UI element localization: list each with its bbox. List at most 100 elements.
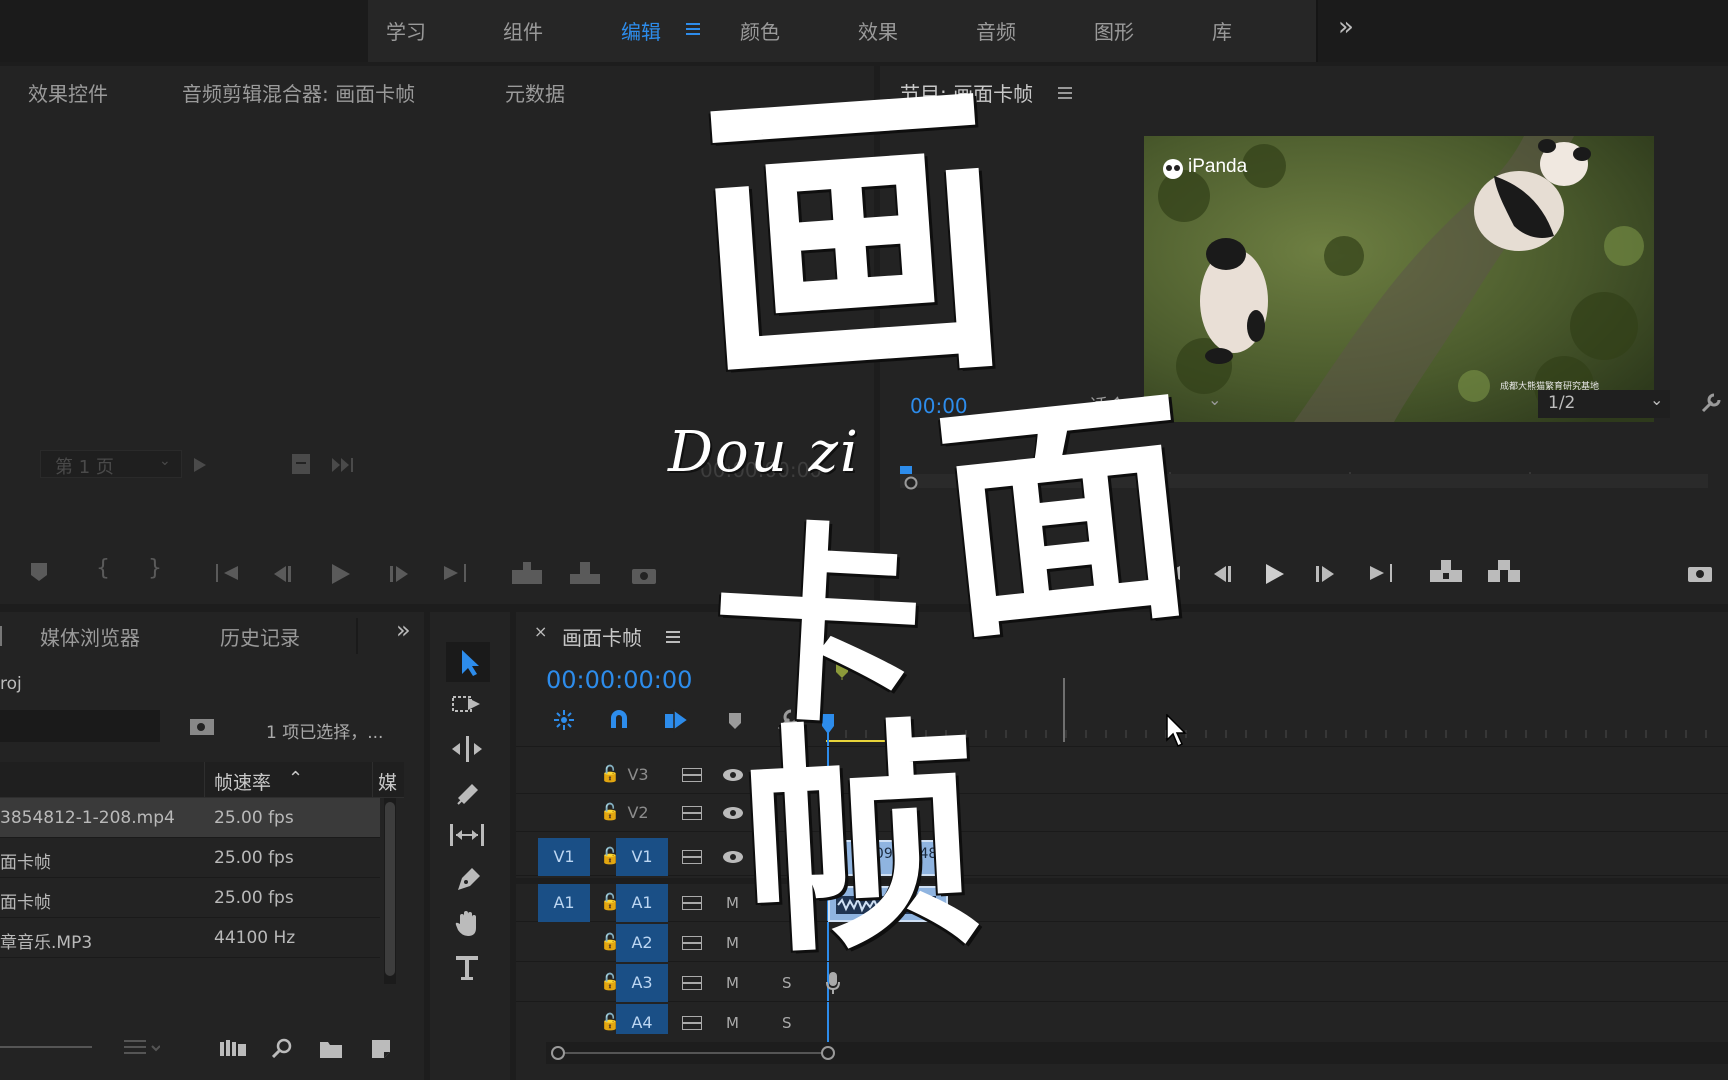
track-name[interactable]: A4 <box>616 1004 668 1034</box>
source-patch[interactable] <box>534 794 586 832</box>
workspace-tab-learn[interactable]: 学习 <box>386 16 426 45</box>
step-back-icon[interactable] <box>1212 566 1232 582</box>
list-item[interactable]: 面卡帧 25.00 fps <box>0 838 380 878</box>
track-name[interactable]: V2 <box>612 794 664 832</box>
sort-ascending-icon[interactable]: ⌃ <box>288 768 303 789</box>
page-select[interactable]: 第 1 页 ⌄ <box>40 450 182 478</box>
sync-lock-icon[interactable] <box>682 850 702 864</box>
wrench-icon[interactable] <box>1700 392 1722 414</box>
source-patch[interactable]: V1 <box>538 838 590 876</box>
sync-lock-icon[interactable] <box>682 896 702 910</box>
search-icon[interactable] <box>272 1038 292 1058</box>
mute-button[interactable]: M <box>726 934 739 952</box>
mark-in-icon[interactable]: { <box>96 556 110 581</box>
automate-icon[interactable] <box>220 1040 246 1056</box>
close-icon[interactable]: × <box>534 622 547 641</box>
solo-button[interactable]: S <box>782 1014 792 1032</box>
fast-forward-icon[interactable] <box>332 458 356 472</box>
sync-lock-icon[interactable] <box>682 976 702 990</box>
scroll-handle-right-icon[interactable] <box>820 1045 836 1061</box>
camera-icon[interactable] <box>632 566 656 584</box>
track-select-tool[interactable] <box>452 692 482 718</box>
column-media[interactable]: 媒 <box>378 768 397 795</box>
tab-history[interactable]: 历史记录 <box>220 622 300 651</box>
panel-menu-icon[interactable] <box>1058 86 1072 100</box>
scrollbar-thumb[interactable] <box>385 802 395 976</box>
list-item[interactable]: 面卡帧 25.00 fps <box>0 878 380 918</box>
tab-metadata[interactable]: 元数据 <box>505 78 565 107</box>
source-patch[interactable] <box>538 964 590 1002</box>
lift-icon[interactable] <box>1430 560 1462 582</box>
source-patch[interactable] <box>538 1004 590 1034</box>
resolution-select[interactable]: 1/2 ⌄ <box>1538 390 1670 418</box>
insert-icon[interactable] <box>512 562 542 584</box>
workspace-menu-icon[interactable] <box>686 22 700 36</box>
go-to-in-icon[interactable] <box>216 564 240 582</box>
go-to-out-icon[interactable] <box>442 564 466 582</box>
more-workspaces-icon[interactable]: » <box>1338 12 1354 42</box>
timeline-scrollbar[interactable] <box>546 1042 1728 1064</box>
mark-out-icon[interactable]: } <box>148 556 162 581</box>
overwrite-icon[interactable] <box>570 562 600 584</box>
sequence-tab[interactable]: 画面卡帧 <box>562 622 642 651</box>
column-frame-rate[interactable]: 帧速率 <box>214 768 271 795</box>
list-scrollbar[interactable] <box>384 798 396 984</box>
step-forward-icon[interactable] <box>1316 566 1336 582</box>
source-patch[interactable]: A1 <box>538 884 590 922</box>
workspace-tab-audio[interactable]: 音频 <box>976 16 1016 45</box>
track-name[interactable]: V3 <box>612 756 664 794</box>
mute-button[interactable]: M <box>726 974 739 992</box>
sort-icon[interactable] <box>124 1040 160 1056</box>
hand-tool[interactable] <box>454 910 482 938</box>
source-patch[interactable] <box>534 756 586 794</box>
tab-effect-controls[interactable]: 效果控件 <box>28 78 108 107</box>
new-bin-icon[interactable] <box>320 1040 342 1058</box>
tab-media-browser[interactable]: 媒体浏览器 <box>40 622 140 651</box>
extract-icon[interactable] <box>1488 560 1520 582</box>
play-button[interactable] <box>1266 564 1284 584</box>
play-button[interactable] <box>332 564 350 584</box>
sync-lock-icon[interactable] <box>682 806 702 820</box>
marker-icon[interactable] <box>30 562 48 582</box>
track-name[interactable]: A2 <box>616 924 668 962</box>
sequence-timecode[interactable]: 00:00:00:00 <box>546 666 692 694</box>
go-to-out-icon[interactable] <box>1368 564 1392 582</box>
workspace-tab-color[interactable]: 颜色 <box>740 16 780 45</box>
step-back-icon[interactable] <box>272 566 292 582</box>
type-tool[interactable] <box>454 954 482 982</box>
zoom-handle-icon[interactable] <box>904 476 918 490</box>
scrollbar-thumb[interactable] <box>558 1052 826 1054</box>
linked-selection-icon[interactable] <box>664 708 690 732</box>
workspace-tab-editing[interactable]: 编辑 <box>621 16 661 45</box>
razor-tool[interactable] <box>454 780 482 806</box>
workspace-tab-graphics[interactable]: 图形 <box>1094 16 1134 45</box>
sync-lock-icon[interactable] <box>682 936 702 950</box>
find-icon[interactable] <box>190 716 214 736</box>
track-name[interactable]: A3 <box>616 964 668 1002</box>
mute-button[interactable]: M <box>726 1014 739 1032</box>
workspace-tab-effects[interactable]: 效果 <box>858 16 898 45</box>
tab-audio-clip-mixer[interactable]: 音频剪辑混合器: 画面卡帧 <box>182 78 415 107</box>
snap-magnet-icon[interactable] <box>608 708 630 732</box>
slip-tool[interactable] <box>450 822 484 848</box>
play-icon[interactable] <box>194 458 206 472</box>
source-patch[interactable] <box>538 924 590 962</box>
search-input[interactable] <box>0 710 160 742</box>
step-forward-icon[interactable] <box>390 566 410 582</box>
workspace-tab-assembly[interactable]: 组件 <box>503 16 543 45</box>
track-name[interactable]: A1 <box>616 884 668 922</box>
selection-tool[interactable] <box>446 642 490 682</box>
sync-lock-icon[interactable] <box>682 1016 702 1030</box>
more-panels-icon[interactable]: » <box>396 616 411 644</box>
track-name[interactable]: V1 <box>616 838 668 876</box>
export-frame-icon[interactable] <box>1688 564 1712 582</box>
workspace-tab-libraries[interactable]: 库 <box>1212 16 1232 45</box>
zoom-slider[interactable] <box>0 1046 92 1048</box>
panel-menu-icon[interactable] <box>666 630 680 644</box>
list-item[interactable]: 章音乐.MP3 44100 Hz <box>0 918 380 958</box>
list-item[interactable]: 3854812-1-208.mp4 25.00 fps <box>0 798 380 838</box>
mute-button[interactable]: M <box>726 894 739 912</box>
program-video-frame[interactable]: iPanda 成都大熊猫繁育研究基地 <box>1144 136 1654 422</box>
sync-lock-icon[interactable] <box>682 768 702 782</box>
scroll-handle-left-icon[interactable] <box>550 1045 566 1061</box>
